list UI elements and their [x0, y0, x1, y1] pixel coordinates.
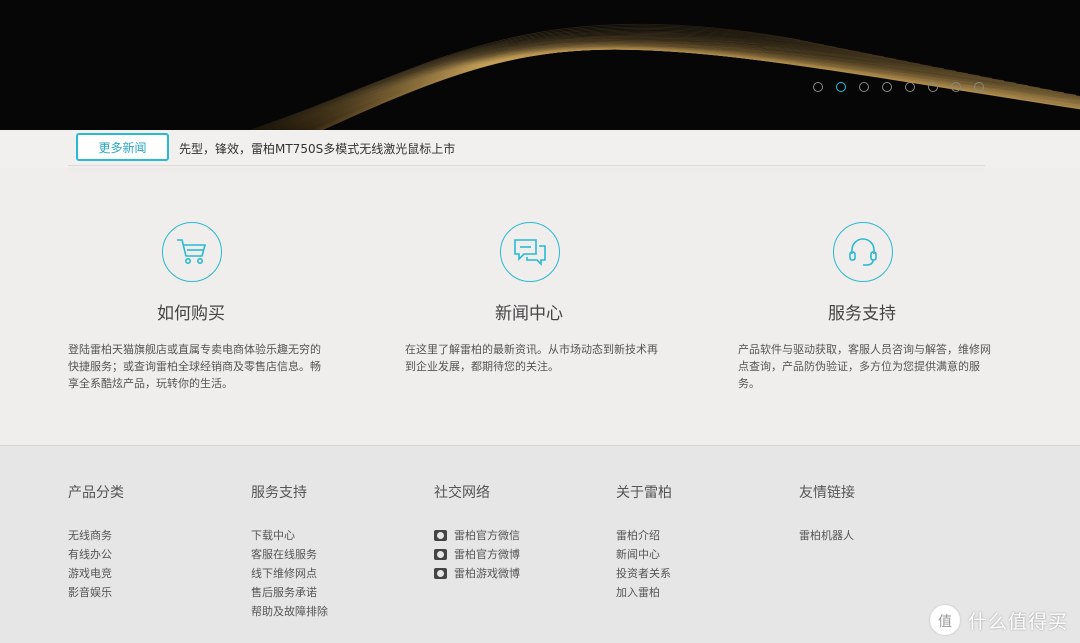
carousel-dot[interactable]	[882, 82, 892, 92]
footer-col-products: 产品分类 无线商务 有线办公 游戏电竞 影音娱乐	[68, 482, 124, 602]
feature-description: 在这里了解雷柏的最新资讯。从市场动态到新技术再到企业发展，都期待您的关注。	[405, 343, 658, 373]
watermark-logo-icon	[929, 605, 960, 635]
hero-banner	[0, 0, 1080, 130]
watermark-text: 什么值得买	[967, 610, 1068, 633]
carousel-dot[interactable]	[928, 82, 938, 92]
footer-link[interactable]: 雷柏介绍	[616, 526, 672, 545]
footer-col-title: 关于雷柏	[616, 485, 672, 501]
footer-col-support: 服务支持 下载中心 客服在线服务 线下维修网点 售后服务承诺 帮助及故障排除	[251, 482, 328, 621]
footer-col-about: 关于雷柏 雷柏介绍 新闻中心 投资者关系 加入雷柏	[616, 482, 672, 602]
footer-col-links: 友情链接 雷柏机器人	[799, 482, 855, 545]
carousel-dots	[813, 82, 984, 92]
feature-title: 服务支持	[828, 304, 896, 324]
footer-link[interactable]: 雷柏机器人	[799, 526, 855, 545]
carousel-dot[interactable]	[951, 82, 961, 92]
footer-link[interactable]: 游戏电竞	[68, 564, 124, 583]
footer-col-title: 友情链接	[799, 485, 855, 501]
footer-link[interactable]: 影音娱乐	[68, 583, 124, 602]
footer-social-link[interactable]: 雷柏官方微信	[434, 526, 520, 545]
headset-icon[interactable]	[833, 222, 893, 282]
news-strip: 更多新闻 先型，锋效，雷柏MT750S多模式无线激光鼠标上市	[0, 130, 1080, 168]
footer-link[interactable]: 帮助及故障排除	[251, 602, 328, 621]
footer-link-label: 雷柏游戏微博	[454, 567, 520, 580]
weibo-icon	[434, 549, 447, 560]
feature-title: 新闻中心	[495, 304, 563, 324]
footer-link[interactable]: 加入雷柏	[616, 583, 672, 602]
footer-link-label: 雷柏官方微信	[454, 529, 520, 542]
footer-link[interactable]: 客服在线服务	[251, 545, 328, 564]
banner-wave-graphic	[249, 23, 1080, 130]
carousel-dot[interactable]	[836, 82, 846, 92]
site-footer: 产品分类 无线商务 有线办公 游戏电竞 影音娱乐 服务支持 下载中心 客服在线服…	[0, 445, 1080, 643]
weibo-icon	[434, 568, 447, 579]
shopping-cart-icon[interactable]	[162, 222, 222, 282]
footer-link[interactable]: 有线办公	[68, 545, 124, 564]
feature-description: 登陆雷柏天猫旗舰店或直属专卖电商体验乐趣无穷的快捷服务；或查询雷柏全球经销商及零…	[68, 343, 321, 390]
footer-link[interactable]: 新闻中心	[616, 545, 672, 564]
footer-link-label: 雷柏官方微博	[454, 548, 520, 561]
footer-link[interactable]: 无线商务	[68, 526, 124, 545]
footer-social-link[interactable]: 雷柏官方微博	[434, 545, 520, 564]
footer-col-title: 产品分类	[68, 485, 124, 501]
carousel-dot[interactable]	[905, 82, 915, 92]
watermark: 什么值得买	[929, 605, 1068, 635]
chat-bubbles-icon[interactable]	[500, 222, 560, 282]
footer-col-title: 社交网络	[434, 485, 490, 501]
carousel-dot[interactable]	[813, 82, 823, 92]
carousel-dot[interactable]	[859, 82, 869, 92]
feature-description: 产品软件与驱动获取，客服人员咨询与解答，维修网点查询，产品防伪验证，多方位为您提…	[738, 343, 991, 390]
footer-col-title: 服务支持	[251, 485, 307, 501]
footer-col-social: 社交网络 雷柏官方微信 雷柏官方微博 雷柏游戏微博	[434, 482, 520, 583]
wechat-icon	[434, 530, 447, 541]
footer-link[interactable]: 投资者关系	[616, 564, 672, 583]
footer-link[interactable]: 线下维修网点	[251, 564, 328, 583]
feature-title: 如何购买	[157, 304, 225, 324]
footer-social-link[interactable]: 雷柏游戏微博	[434, 564, 520, 583]
news-headline-link[interactable]: 先型，锋效，雷柏MT750S多模式无线激光鼠标上市	[179, 140, 455, 157]
footer-link[interactable]: 售后服务承诺	[251, 583, 328, 602]
carousel-dot[interactable]	[974, 82, 984, 92]
more-news-button[interactable]: 更多新闻	[76, 133, 169, 161]
footer-link[interactable]: 下载中心	[251, 526, 328, 545]
